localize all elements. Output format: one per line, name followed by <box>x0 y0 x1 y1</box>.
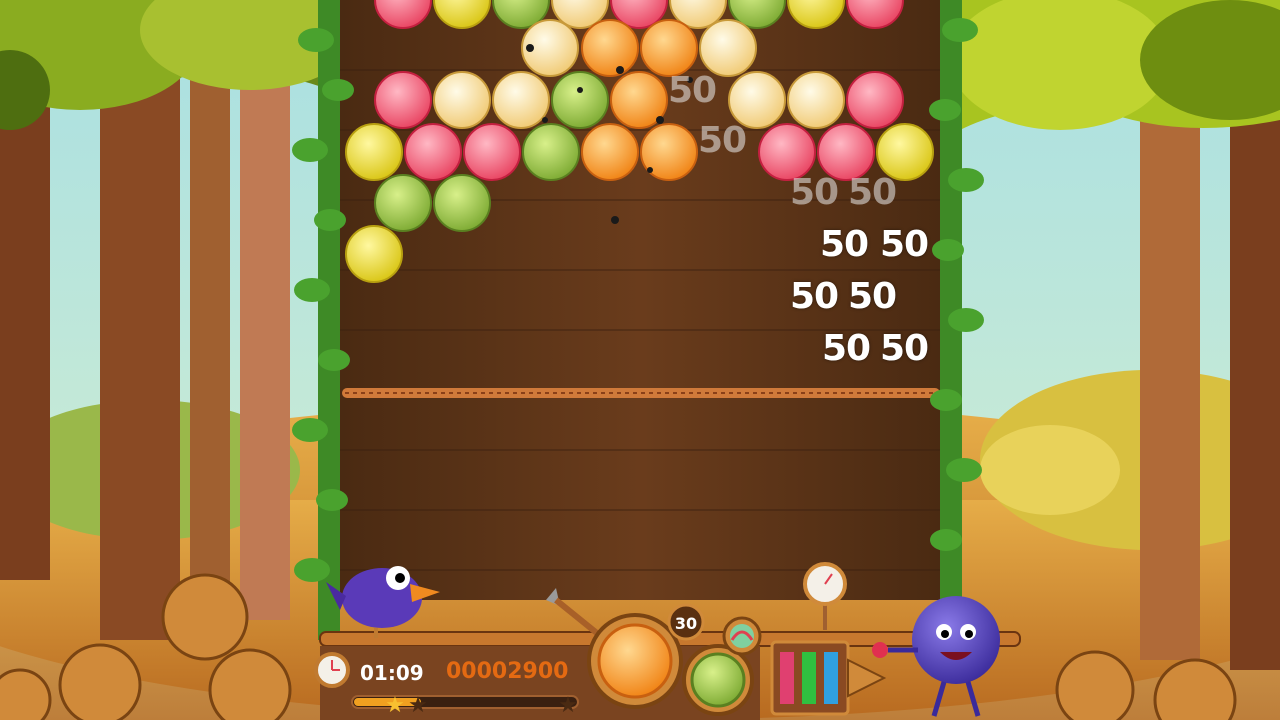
bubble-orange <box>581 19 639 77</box>
bubble-strawberry <box>846 71 904 129</box>
shots-left-badge: 30 <box>667 603 705 641</box>
clock-icon <box>314 652 350 688</box>
star-3-icon: ★ <box>558 693 578 718</box>
score-popup: 50 <box>668 70 717 111</box>
bubble-banana <box>433 71 491 129</box>
score-text: 00002900 <box>446 659 568 684</box>
score-popup: 50 <box>848 172 897 213</box>
bubble-strawberry <box>374 71 432 129</box>
bubble-kiwi <box>551 71 609 129</box>
score-popup: 50 <box>790 276 839 317</box>
star-2-icon: ★ <box>408 693 428 718</box>
bubble-kiwi <box>522 123 580 181</box>
bubble-strawberry <box>463 123 521 181</box>
bubble-banana <box>492 71 550 129</box>
score-popup: 50 <box>880 328 929 369</box>
score-popup: 50 <box>698 120 747 161</box>
star-1-icon: ★ <box>385 693 405 718</box>
timer-text: 01:09 <box>360 661 424 685</box>
score-popup: 50 <box>848 276 897 317</box>
rainbow-bubble-icon[interactable] <box>722 616 762 656</box>
score-popup: 50 <box>880 224 929 265</box>
bubble-orange <box>640 19 698 77</box>
bubble-apple <box>345 123 403 181</box>
shots-left-text: 30 <box>675 614 697 633</box>
bubble-kiwi <box>374 174 432 232</box>
score-popup: 50 <box>820 224 869 265</box>
bubble-kiwi <box>433 174 491 232</box>
game-scene: ★ ★ ★ 01:09 00002900 30 <box>0 0 1280 720</box>
bubble-banana <box>699 19 757 77</box>
score-popup: 50 <box>790 172 839 213</box>
bubble-orange <box>581 123 639 181</box>
bubble-apple <box>345 225 403 283</box>
score-popup: 50 <box>822 328 871 369</box>
bubble-strawberry <box>404 123 462 181</box>
next-bubble[interactable] <box>682 644 754 716</box>
bubble-banana <box>787 71 845 129</box>
current-bubble[interactable] <box>587 613 683 709</box>
